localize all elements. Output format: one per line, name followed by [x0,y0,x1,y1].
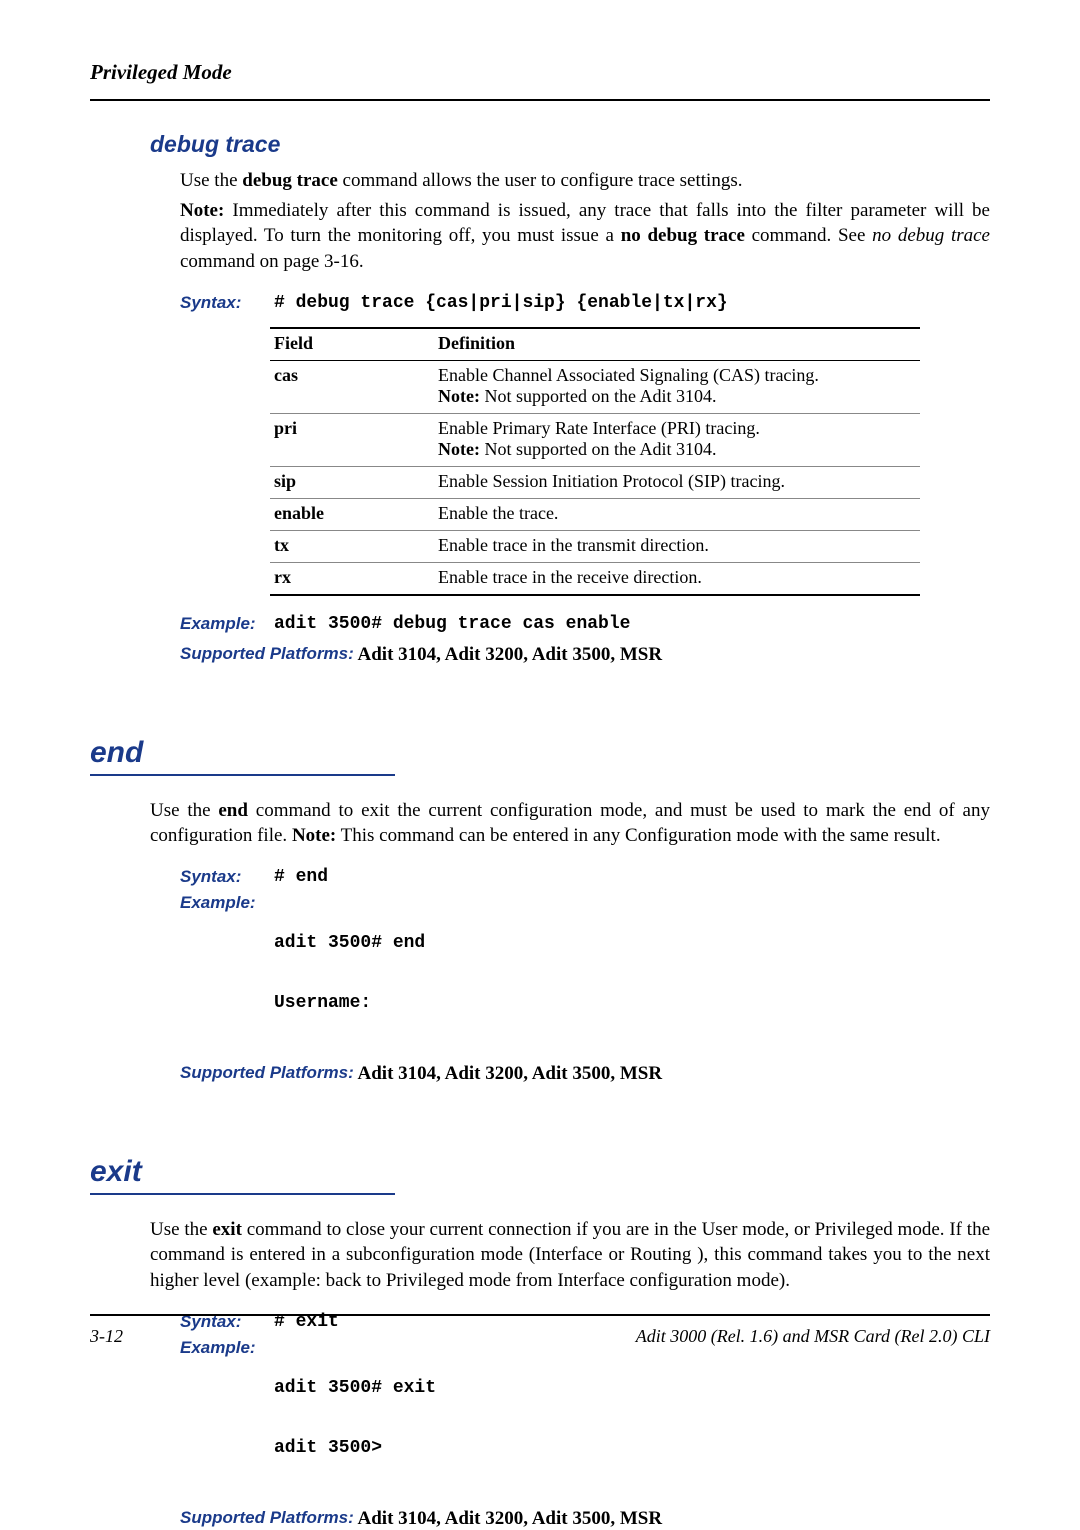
platforms-label: Supported Platforms: [180,1508,354,1528]
def-text: Enable Primary Rate Interface (PRI) trac… [438,418,760,438]
field-def: Enable trace in the transmit direction. [434,530,920,562]
platforms-list: Adit 3104, Adit 3200, Adit 3500, MSR [354,644,662,665]
command-name: no debug trace [621,225,745,246]
platforms-label: Supported Platforms: [180,644,354,664]
heading-debug-trace: debug trace [150,131,990,158]
text: Use the [150,1219,212,1240]
def-text: Enable Channel Associated Signaling (CAS… [438,365,819,385]
example-row: Example: adit 3500# end Username: [150,893,990,1053]
field-def: Enable Session Initiation Protocol (SIP)… [434,466,920,498]
example-label: Example: [180,893,270,913]
example-line1: adit 3500# exit [274,1378,436,1398]
table-row: rx Enable trace in the receive direction… [270,562,920,595]
end-para: Use the end command to exit the current … [150,798,990,849]
syntax-code: # end [274,867,328,887]
exit-para: Use the exit command to close your curre… [150,1217,990,1294]
field-def: Enable Channel Associated Signaling (CAS… [434,360,920,413]
supported-platforms: Supported Platforms: Adit 3104, Adit 320… [150,1063,990,1085]
footer-row: 3-12 Adit 3000 (Rel. 1.6) and MSR Card (… [90,1326,990,1347]
note-text: Not supported on the Adit 3104. [480,386,717,406]
cross-ref: no debug trace [872,225,990,246]
col-field: Field [270,328,434,361]
command-name: end [218,800,248,821]
example-row: Example: adit 3500# exit adit 3500> [150,1338,990,1498]
syntax-label: Syntax: [180,293,270,313]
col-definition: Definition [434,328,920,361]
platforms-label: Supported Platforms: [180,1063,354,1083]
note-label: Note: [438,439,480,459]
example-code: adit 3500# end Username: [274,893,425,1053]
example-code: adit 3500# exit adit 3500> [274,1338,436,1498]
platforms-list: Adit 3104, Adit 3200, Adit 3500, MSR [354,1508,662,1529]
syntax-row: Syntax: # debug trace {cas|pri|sip} {ena… [150,293,990,313]
field-name: enable [270,498,434,530]
example-line1: adit 3500# end [274,933,425,953]
field-name: tx [270,530,434,562]
text: command. See [745,225,872,246]
field-name: rx [270,562,434,595]
debug-trace-note: Note: Immediately after this command is … [180,198,990,275]
heading-end: end [90,736,990,770]
table-row: sip Enable Session Initiation Protocol (… [270,466,920,498]
command-name: debug trace [242,170,338,191]
example-row: Example: adit 3500# debug trace cas enab… [150,614,990,634]
heading-end-wrap: end [90,736,990,776]
table-row: enable Enable the trace. [270,498,920,530]
text: Use the [150,800,218,821]
syntax-label: Syntax: [180,867,270,887]
platforms-list: Adit 3104, Adit 3200, Adit 3500, MSR [354,1063,662,1084]
page: Privileged Mode debug trace Use the debu… [0,0,1080,1397]
text: command allows the user to configure tra… [338,170,743,191]
example-line2: Username: [274,993,425,1013]
fields-table: Field Definition cas Enable Channel Asso… [270,327,920,596]
heading-exit-wrap: exit [90,1155,990,1195]
note-label: Note: [438,386,480,406]
running-head: Privileged Mode [90,60,990,85]
example-code: adit 3500# debug trace cas enable [274,614,630,634]
field-def: Enable Primary Rate Interface (PRI) trac… [434,413,920,466]
field-name: cas [270,360,434,413]
note-label: Note: [292,825,336,846]
heading-rule [90,1193,395,1195]
field-def: Enable the trace. [434,498,920,530]
example-line2: adit 3500> [274,1438,436,1458]
bottom-rule [90,1314,990,1316]
text: command on page 3-16. [180,251,364,272]
table-row: tx Enable trace in the transmit directio… [270,530,920,562]
section-end: end Use the end command to exit the curr… [150,736,990,1085]
supported-platforms: Supported Platforms: Adit 3104, Adit 320… [150,644,990,666]
text: This command can be entered in any Confi… [336,825,940,846]
text: Use the [180,170,242,191]
syntax-code: # debug trace {cas|pri|sip} {enable|tx|r… [274,293,728,313]
section-debug-trace: debug trace Use the debug trace command … [150,131,990,666]
table-header-row: Field Definition [270,328,920,361]
debug-trace-line1: Use the debug trace command allows the u… [180,168,990,194]
command-name: exit [212,1219,242,1240]
table-row: pri Enable Primary Rate Interface (PRI) … [270,413,920,466]
note-label: Note: [180,200,224,221]
heading-rule [90,774,395,776]
syntax-row: Syntax: # end [150,867,990,887]
exit-description: Use the exit command to close your curre… [150,1217,990,1294]
example-label: Example: [180,614,270,634]
note-text: Not supported on the Adit 3104. [480,439,717,459]
field-name: pri [270,413,434,466]
field-name: sip [270,466,434,498]
table-row: cas Enable Channel Associated Signaling … [270,360,920,413]
text: command to close your current connection… [150,1219,990,1291]
heading-exit: exit [90,1155,990,1189]
top-rule [90,99,990,101]
end-description: Use the end command to exit the current … [150,798,990,849]
doc-title: Adit 3000 (Rel. 1.6) and MSR Card (Rel 2… [636,1326,990,1347]
field-def: Enable trace in the receive direction. [434,562,920,595]
footer: 3-12 Adit 3000 (Rel. 1.6) and MSR Card (… [90,1314,990,1347]
page-number: 3-12 [90,1326,123,1347]
debug-trace-description: Use the debug trace command allows the u… [150,168,990,275]
supported-platforms: Supported Platforms: Adit 3104, Adit 320… [150,1508,990,1530]
